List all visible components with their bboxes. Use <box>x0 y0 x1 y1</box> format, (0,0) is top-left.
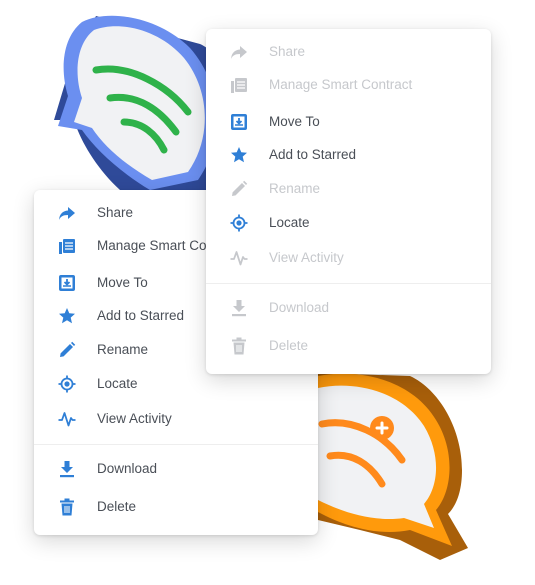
menu-item-download: Download <box>206 292 491 324</box>
menu-item-delete[interactable]: Delete <box>34 491 318 523</box>
menu-item-label: Rename <box>269 181 321 196</box>
share-icon <box>59 207 75 220</box>
menu-item-rename: Rename <box>206 173 491 205</box>
star-icon <box>231 147 247 163</box>
menu-item-view-activity: View Activity <box>206 242 491 274</box>
locate-icon <box>58 375 76 393</box>
menu-item-label: Share <box>269 44 306 59</box>
menu-item-label: Manage Smart Contract <box>97 238 207 253</box>
activity-icon <box>230 251 248 266</box>
orange-chat-bubble-icon <box>318 373 468 560</box>
menu-item-label: Add to Starred <box>97 308 185 323</box>
menu-item-delete: Delete <box>206 330 491 362</box>
menu-divider <box>34 444 318 445</box>
menu-item-label: Move To <box>269 114 320 129</box>
download-icon <box>232 300 246 317</box>
context-menu-right: Share Manage Smart Contract Move To Add … <box>206 29 491 374</box>
star-icon <box>59 308 75 324</box>
menu-item-label: Manage Smart Contract <box>269 77 413 92</box>
activity-icon <box>58 412 76 427</box>
menu-item-label: View Activity <box>97 411 172 426</box>
menu-item-label: Rename <box>97 342 149 357</box>
menu-item-move-to[interactable]: Move To <box>206 106 491 138</box>
share-icon <box>231 46 247 59</box>
menu-item-label: Share <box>97 205 134 220</box>
menu-item-download[interactable]: Download <box>34 453 318 485</box>
locate-icon <box>230 214 248 232</box>
menu-item-label: Move To <box>97 275 148 290</box>
move-to-icon <box>59 275 75 291</box>
menu-item-share: Share <box>206 36 491 68</box>
trash-icon <box>60 498 74 516</box>
pencil-icon <box>60 341 76 357</box>
menu-item-add-to-starred[interactable]: Add to Starred <box>206 139 491 171</box>
menu-divider <box>206 283 491 284</box>
menu-item-label: Download <box>97 461 158 476</box>
contract-icon <box>231 78 247 93</box>
menu-item-label: Delete <box>97 499 137 514</box>
menu-item-label: View Activity <box>269 250 344 265</box>
menu-item-view-activity[interactable]: View Activity <box>34 403 318 435</box>
move-to-icon <box>231 114 247 130</box>
pencil-icon <box>232 180 248 196</box>
menu-item-locate[interactable]: Locate <box>206 207 491 239</box>
menu-item-label: Download <box>269 300 330 315</box>
contract-icon <box>59 239 75 254</box>
menu-item-label: Add to Starred <box>269 147 357 162</box>
menu-item-label: Locate <box>269 215 310 230</box>
download-icon <box>60 461 74 478</box>
trash-icon <box>232 337 246 355</box>
menu-item-label: Locate <box>97 376 138 391</box>
menu-item-manage-smart-contract: Manage Smart Contract <box>206 69 491 101</box>
menu-item-label: Delete <box>269 338 309 353</box>
